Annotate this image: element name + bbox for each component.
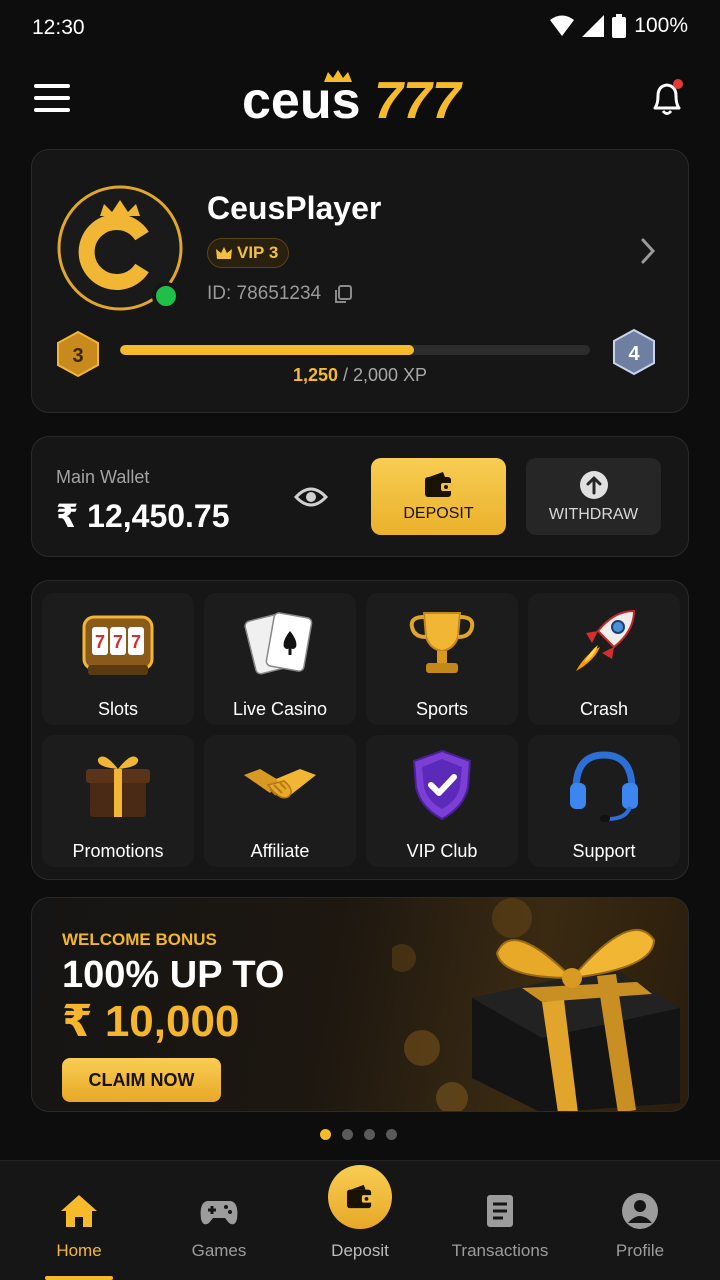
notification-bell-icon[interactable] bbox=[650, 78, 684, 118]
status-icons: 100% bbox=[550, 14, 688, 38]
copy-icon[interactable] bbox=[333, 284, 353, 304]
nav-transactions[interactable]: Transactions bbox=[430, 1161, 570, 1280]
nav-home[interactable]: Home bbox=[9, 1161, 149, 1280]
category-label: Crash bbox=[579, 699, 628, 719]
user-id-text: ID: 78651234 bbox=[207, 283, 322, 304]
category-label: Slots bbox=[97, 699, 139, 719]
gift-icon bbox=[86, 756, 150, 817]
status-time: 12:30 bbox=[32, 16, 85, 39]
carousel-dot[interactable] bbox=[342, 1129, 353, 1140]
claim-now-button[interactable]: CLAIM NOW bbox=[62, 1058, 221, 1102]
bottom-navigation: Home Games Deposit Transactions Profile bbox=[0, 1160, 720, 1280]
category-vip-club[interactable]: VIP Club bbox=[366, 735, 518, 867]
xp-total: / 2,000 XP bbox=[337, 365, 428, 385]
withdraw-button[interactable]: WITHDRAW bbox=[526, 458, 661, 535]
online-status-dot bbox=[152, 282, 180, 310]
signal-icon bbox=[582, 15, 605, 37]
status-bar: 12:30 100% bbox=[0, 0, 720, 60]
gift-box-illustration bbox=[392, 898, 680, 1111]
nav-label: Profile bbox=[615, 1241, 665, 1260]
wallet-balance: ₹ 12,450.75 bbox=[56, 498, 230, 534]
category-label: Promotions bbox=[72, 841, 164, 861]
trophy-icon bbox=[409, 612, 475, 673]
xp-progress-bar bbox=[120, 345, 590, 355]
headset-icon bbox=[570, 751, 638, 822]
category-crash[interactable]: Crash bbox=[528, 593, 680, 725]
svg-text:7: 7 bbox=[131, 632, 141, 652]
category-promotions[interactable]: Promotions bbox=[42, 735, 194, 867]
svg-text:3: 3 bbox=[72, 345, 83, 367]
top-bar: ceus 777 bbox=[0, 62, 720, 138]
ceus777-logo: ceus 777 bbox=[242, 70, 463, 130]
category-live-casino[interactable]: Live Casino bbox=[204, 593, 356, 725]
nav-label: Games bbox=[191, 1241, 247, 1260]
category-label: VIP Club bbox=[406, 841, 478, 861]
carousel-dots bbox=[320, 1129, 397, 1140]
category-slots[interactable]: 7 7 7 Slots bbox=[42, 593, 194, 725]
vip-label: VIP 3 bbox=[237, 243, 279, 262]
xp-text: 1,250 / 2,000 XP bbox=[32, 365, 688, 386]
category-support[interactable]: Support bbox=[528, 735, 680, 867]
wallet-card: Main Wallet ₹ 12,450.75 DEPOSIT WITHDRAW bbox=[31, 436, 689, 557]
eye-icon[interactable] bbox=[294, 485, 328, 509]
category-label: Affiliate bbox=[250, 841, 310, 861]
playing-cards-icon bbox=[244, 612, 313, 675]
crown-icon bbox=[216, 246, 232, 259]
wallet-label: Main Wallet bbox=[56, 467, 150, 487]
handshake-icon bbox=[244, 769, 316, 799]
nav-label: Transactions bbox=[451, 1241, 549, 1260]
nav-deposit[interactable]: Deposit bbox=[290, 1161, 430, 1280]
category-label: Sports bbox=[415, 699, 469, 719]
svg-text:7: 7 bbox=[95, 632, 105, 652]
welcome-bonus-banner[interactable]: WELCOME BONUS 100% UP TO ₹ 10,000 CLAIM … bbox=[31, 897, 689, 1112]
notification-dot bbox=[673, 79, 683, 89]
vip-badge: VIP 3 bbox=[207, 238, 290, 268]
banner-headline: 100% UP TO bbox=[62, 954, 285, 996]
battery-percent: 100% bbox=[634, 14, 688, 37]
nav-profile[interactable]: Profile bbox=[570, 1161, 710, 1280]
username: CeusPlayer bbox=[207, 190, 382, 226]
battery-icon bbox=[612, 14, 627, 38]
user-id: ID: 78651234 bbox=[207, 283, 353, 305]
active-tab-indicator bbox=[45, 1276, 113, 1280]
category-label: Live Casino bbox=[232, 699, 328, 719]
wallet-icon bbox=[424, 471, 453, 497]
xp-current: 1,250 bbox=[292, 365, 338, 385]
user-circle-icon bbox=[622, 1193, 658, 1229]
svg-text:7: 7 bbox=[113, 632, 123, 652]
game-categories-grid: 7 7 7 Slots Live Casino Sports Crash Pro… bbox=[31, 580, 689, 880]
slot-machine-icon: 7 7 7 bbox=[82, 615, 154, 675]
home-icon bbox=[61, 1195, 97, 1227]
category-label: Support bbox=[572, 841, 636, 861]
carousel-dot[interactable] bbox=[386, 1129, 397, 1140]
svg-text:777: 777 bbox=[374, 72, 463, 130]
banner-amount: ₹ 10,000 bbox=[62, 997, 240, 1046]
deposit-button[interactable]: DEPOSIT bbox=[371, 458, 506, 535]
wifi-icon bbox=[550, 15, 575, 36]
svg-text:4: 4 bbox=[628, 343, 640, 365]
category-affiliate[interactable]: Affiliate bbox=[204, 735, 356, 867]
rocket-icon bbox=[576, 609, 636, 671]
deposit-label: DEPOSIT bbox=[403, 504, 474, 522]
nav-label: Deposit bbox=[331, 1241, 389, 1260]
category-sports[interactable]: Sports bbox=[366, 593, 518, 725]
arrow-up-circle-icon bbox=[579, 470, 608, 499]
profile-card[interactable]: CeusPlayer VIP 3 ID: 78651234 3 4 1,250 … bbox=[31, 149, 689, 413]
carousel-dot[interactable] bbox=[364, 1129, 375, 1140]
menu-icon[interactable] bbox=[34, 84, 70, 114]
nav-games[interactable]: Games bbox=[149, 1161, 289, 1280]
banner-kicker: WELCOME BONUS bbox=[62, 930, 217, 949]
chevron-right-icon[interactable] bbox=[638, 236, 658, 266]
xp-progress-fill bbox=[120, 345, 414, 355]
receipt-icon bbox=[487, 1195, 513, 1227]
carousel-dot[interactable] bbox=[320, 1129, 331, 1140]
withdraw-label: WITHDRAW bbox=[548, 505, 639, 523]
gamepad-icon bbox=[200, 1201, 238, 1225]
nav-label: Home bbox=[56, 1241, 102, 1260]
shield-check-icon bbox=[412, 749, 472, 821]
